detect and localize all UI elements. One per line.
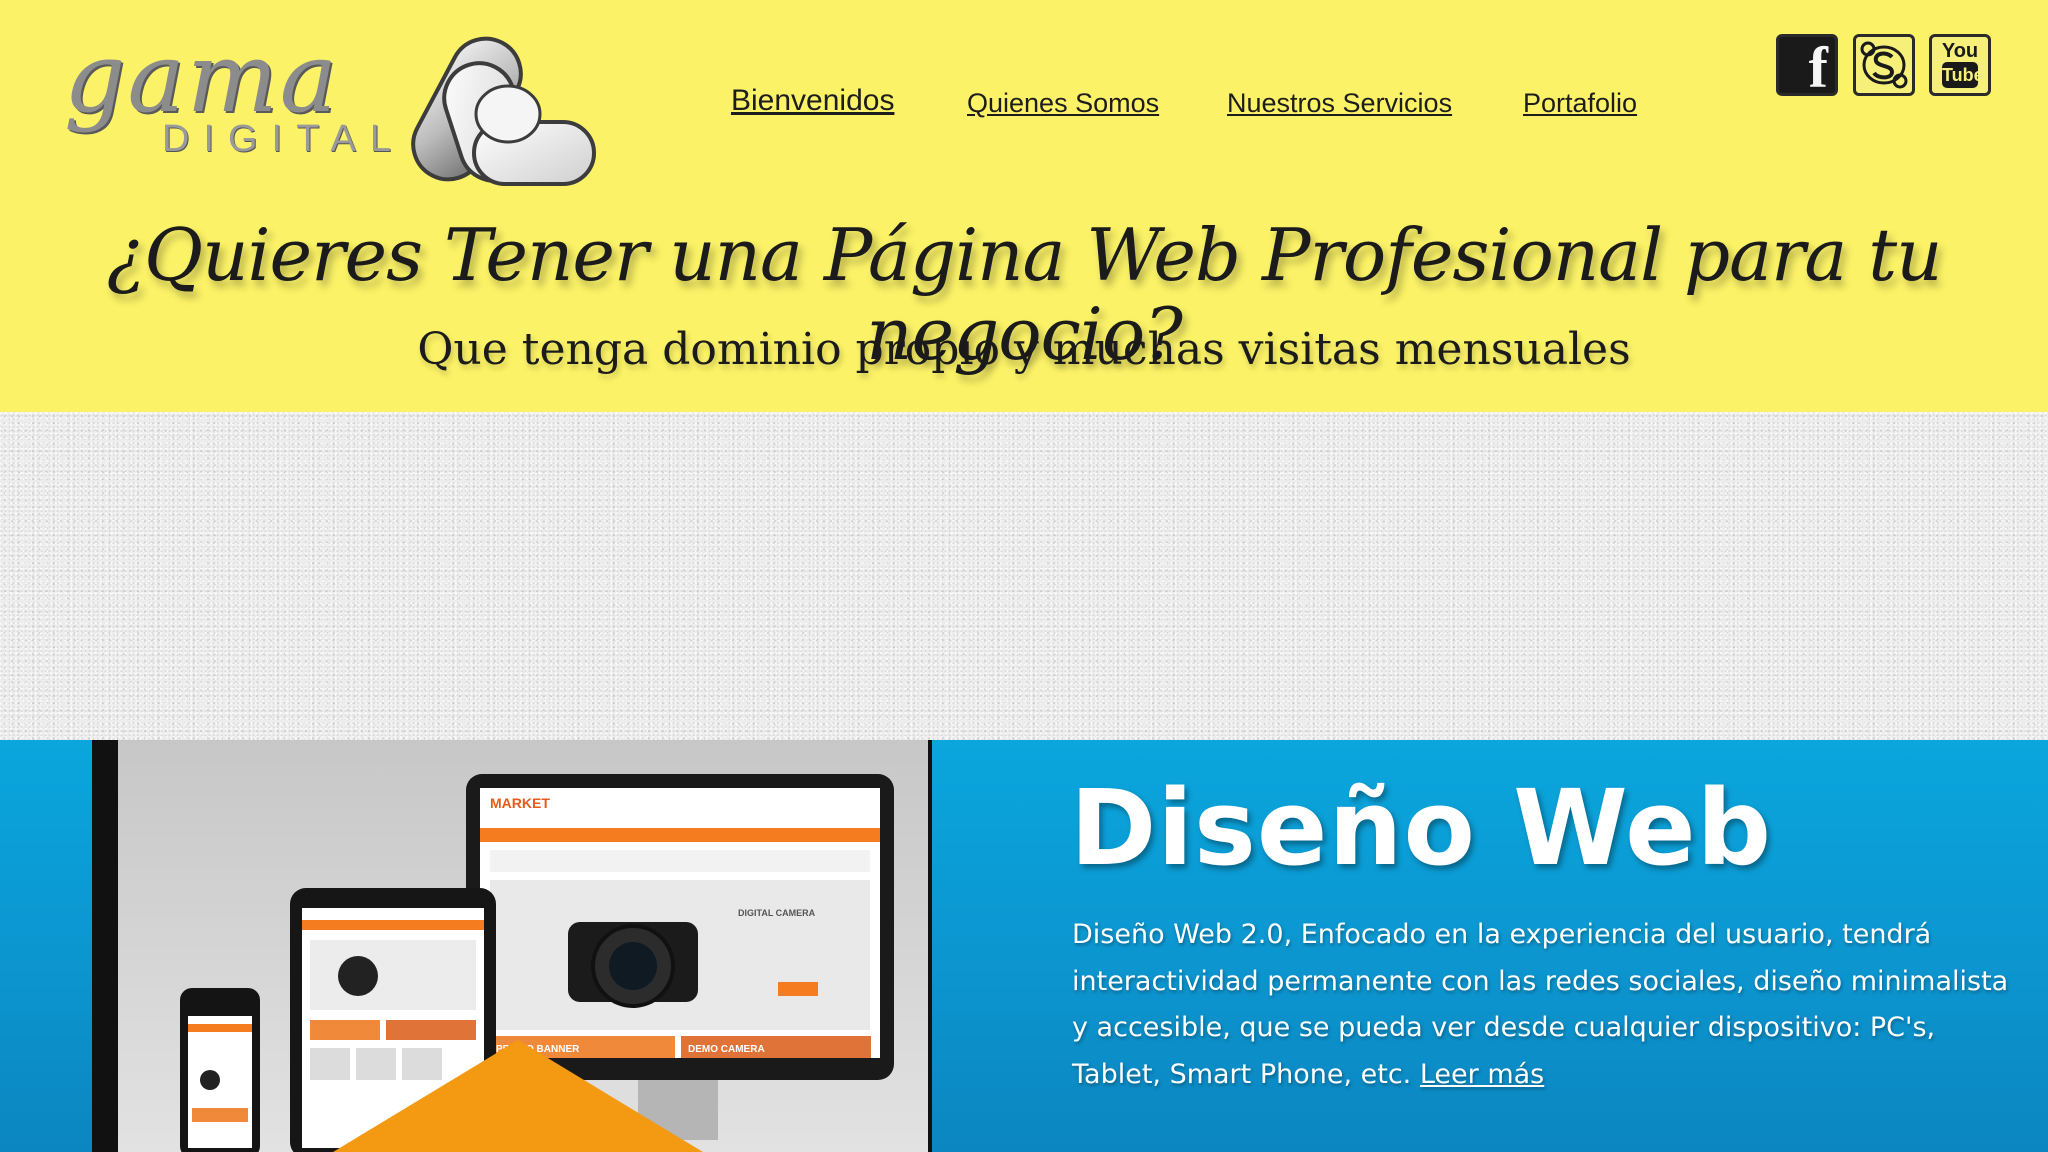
facebook-glyph: f (1808, 35, 1828, 100)
feature-description: Diseño Web 2.0, Enfocado en la experienc… (1072, 912, 2012, 1098)
logo-subtitle: DIGITAL (162, 118, 405, 160)
site-header: gama DIGITAL Bienvenidos Quienes Somos N… (0, 0, 2048, 412)
devices-mockup-image: MARKET DIGITAL CAMERA PROMO BANNER DEMO … (92, 740, 932, 1152)
skype-icon[interactable] (1853, 34, 1915, 96)
read-more-link[interactable]: Leer más (1420, 1059, 1544, 1090)
youtube-label-top: You (1941, 40, 1979, 62)
logo-wordmark: gama (64, 22, 339, 134)
feature-title: Diseño Web (1070, 767, 1773, 889)
devices-illustration: MARKET DIGITAL CAMERA PROMO BANNER DEMO … (180, 774, 894, 1152)
hero-subheadline: Que tenga dominio propio y muchas visita… (417, 324, 1631, 375)
youtube-icon[interactable]: You Tube (1929, 34, 1991, 96)
mockup-store-name: MARKET (490, 795, 550, 811)
skype-glyph-icon (1860, 41, 1908, 89)
page: gama DIGITAL Bienvenidos Quienes Somos N… (0, 0, 2048, 1152)
nav-nuestros-servicios[interactable]: Nuestros Servicios (1227, 88, 1452, 119)
logo[interactable]: gama DIGITAL (24, 22, 604, 202)
facebook-icon[interactable]: f (1776, 34, 1838, 100)
nav-quienes-somos[interactable]: Quienes Somos (967, 88, 1159, 119)
textured-divider (0, 412, 2048, 740)
mockup-product-title: DIGITAL CAMERA (738, 908, 816, 918)
youtube-label-bottom: Tube (1942, 62, 1984, 88)
nav-bienvenidos[interactable]: Bienvenidos (731, 84, 894, 118)
logo-capsules-icon (411, 36, 596, 186)
nav-portafolio[interactable]: Portafolio (1523, 88, 1637, 119)
mockup-banner-right: DEMO CAMERA (688, 1044, 765, 1055)
